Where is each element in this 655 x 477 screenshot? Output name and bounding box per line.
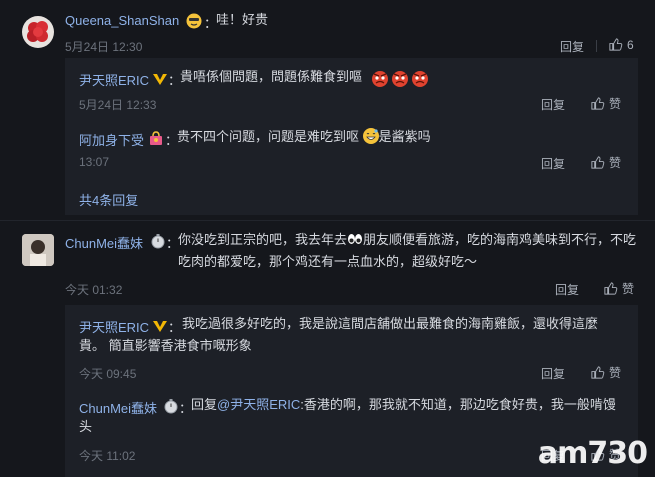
mention-link[interactable]: @尹天照ERIC [217, 397, 300, 412]
like-button[interactable]: 赞 [590, 364, 621, 381]
comment-item: ChunMei蠢妹 ： 你没吃到正宗的吧，我去年去 朋友顺便看旅游，吃的海南鸡美… [0, 222, 655, 302]
thumbs-up-icon [591, 156, 605, 169]
reply-username[interactable]: 尹天照ERIC [79, 70, 149, 89]
like-label: 赞 [609, 97, 622, 111]
comment-time: 5月24日 12:30 [65, 40, 143, 54]
reply-text: 贵不四个问题，问题是难吃到呕 是酱紫吗 [177, 126, 431, 148]
avatar[interactable] [22, 234, 54, 266]
am730-watermark-logo: am730 [537, 436, 648, 471]
like-label: 赞 [622, 282, 635, 296]
reply-button[interactable]: 回复 [555, 281, 579, 298]
reply-time: 13:07 [79, 155, 110, 169]
like-button[interactable]: 赞 [603, 280, 634, 297]
reply-text-part: 贵不四个问题，问题是难吃到呕 [177, 129, 360, 144]
like-button[interactable]: 赞 [590, 154, 621, 171]
avatar[interactable] [22, 16, 54, 48]
reply-button[interactable]: 回复 [541, 155, 565, 172]
like-label: 赞 [609, 156, 622, 170]
comment-time: 今天 01:32 [65, 283, 123, 297]
reply-button[interactable]: 回复 [541, 365, 565, 382]
reply-text: 回复@尹天照ERIC:香港的啊，那我就不知道，那边吃食好贵，我一般啃馒头 [79, 394, 619, 438]
reply-button[interactable]: 回复 [560, 38, 584, 55]
divider [0, 220, 655, 221]
grinning-sweat-emoji-icon [362, 128, 379, 144]
reply-username[interactable]: 阿加身下受 [79, 130, 144, 149]
thumbs-up-icon [609, 38, 623, 51]
like-button[interactable]: 赞 [590, 95, 621, 112]
comment-username[interactable]: ChunMei蠢妹 [65, 233, 143, 252]
reply-time: 今天 11:02 [79, 449, 136, 463]
reply-list: 尹天照ERIC ： 貴唔係個問題，問題係難食到嘔 5月24日 12:33 回复 … [65, 58, 638, 215]
eyes-emoji-icon [347, 230, 363, 244]
reply-time: 5月24日 12:33 [79, 98, 157, 112]
cool-face-emoji-icon [186, 13, 202, 32]
comment-text-part: 你没吃到正宗的吧，我去年去 [178, 232, 348, 247]
like-button[interactable]: 6 [608, 37, 634, 52]
comment-username[interactable]: Queena_ShanShan [65, 13, 179, 28]
comment-text: 你没吃到正宗的吧，我去年去 朋友顺便看旅游，吃的海南鸡美味到不行，不吃吃肉的都爱… [178, 229, 638, 273]
reply-button[interactable]: 回复 [541, 96, 565, 113]
divider [596, 40, 597, 52]
like-label: 赞 [609, 366, 622, 380]
thumbs-up-icon [591, 97, 605, 110]
reply-text: 貴唔係個問題，問題係難食到嘔 [180, 69, 363, 84]
stopwatch-badge-icon [150, 233, 166, 252]
reply-text: 我吃過很多好吃的，我是說這間店舖做出最難食的海南雞飯，還收得這麼貴。 簡直影響香… [79, 316, 599, 353]
reply-time: 今天 09:45 [79, 367, 137, 381]
view-more-replies-link[interactable]: 共4条回复 [79, 190, 138, 209]
like-count: 6 [627, 37, 634, 52]
thumbs-up-icon [591, 366, 605, 379]
reply-prefix: 回复 [191, 397, 218, 412]
watermark-brand: am730 [537, 436, 648, 471]
rose-bouquet-icon [27, 21, 48, 42]
reply-text-part: :香港的啊，那我就不知道，那边吃食好贵，我一般啃馒头 [79, 397, 616, 434]
verified-badge-icon [153, 74, 167, 85]
gift-bag-emoji-icon [148, 130, 164, 149]
comment-item: Queena_ShanShan ： 哇！好贵 5月24日 12:30 回复 6 [0, 0, 655, 60]
comment-text: 哇！好贵 [216, 12, 269, 27]
thumbs-up-icon [604, 282, 618, 295]
profile-photo-icon [22, 234, 54, 266]
angry-face-emoji-icon [371, 70, 429, 91]
reply-text-part: 是酱紫吗 [378, 129, 431, 144]
